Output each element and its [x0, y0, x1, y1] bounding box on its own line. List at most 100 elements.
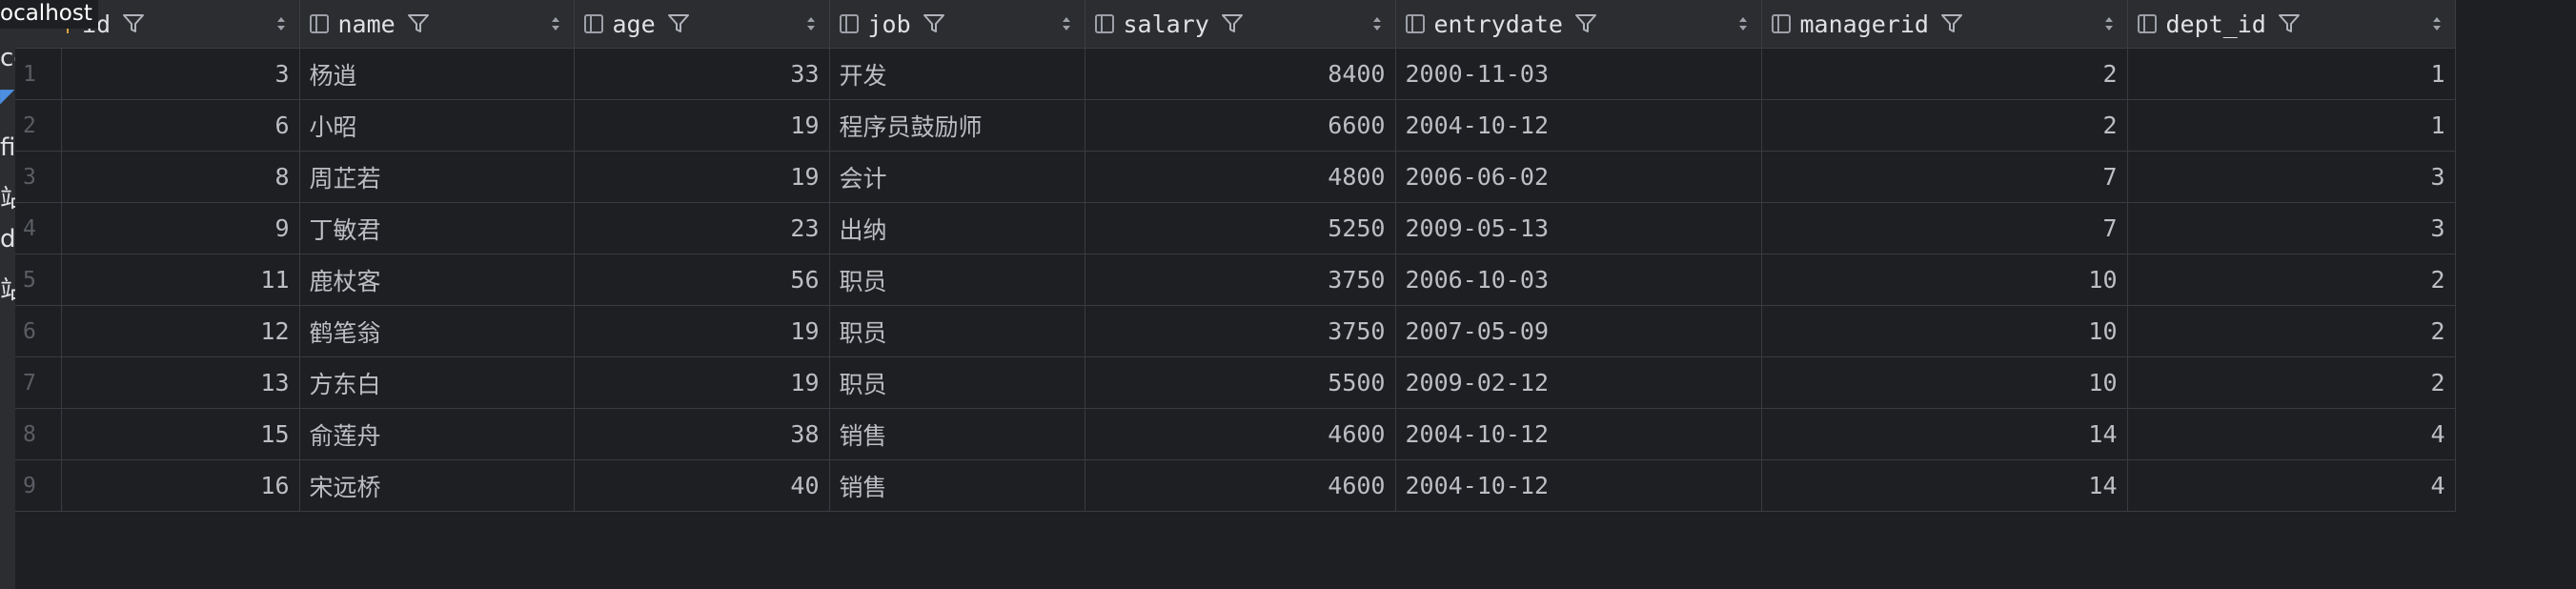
- sort-icon[interactable]: [1738, 15, 1748, 32]
- sidebar-item[interactable]: ◤: [0, 84, 15, 107]
- cell-dept-id[interactable]: 4: [2127, 408, 2456, 460]
- cell-job[interactable]: 职员: [829, 356, 1085, 409]
- sort-icon[interactable]: [1062, 15, 1071, 32]
- table-row[interactable]: 1 3 杨逍 33 开发 8400 2000-11-03 2 1: [15, 48, 2456, 100]
- cell-dept-id[interactable]: 3: [2127, 151, 2456, 203]
- cell-age[interactable]: 19: [574, 356, 830, 409]
- cell-dept-id[interactable]: 3: [2127, 202, 2456, 254]
- sort-icon[interactable]: [806, 15, 816, 32]
- table-row[interactable]: 8 15 俞莲舟 38 销售 4600 2004-10-12 14 4: [15, 408, 2456, 460]
- column-header-job[interactable]: job: [829, 0, 1085, 49]
- cell-age[interactable]: 56: [574, 254, 830, 306]
- cell-entrydate[interactable]: 2004-10-12: [1395, 408, 1762, 460]
- cell-salary[interactable]: 8400: [1085, 48, 1396, 100]
- cell-id[interactable]: 6: [61, 99, 300, 152]
- cell-id[interactable]: 9: [61, 202, 300, 254]
- cell-name[interactable]: 丁敏君: [299, 202, 575, 254]
- cell-salary[interactable]: 4600: [1085, 408, 1396, 460]
- sort-icon[interactable]: [2104, 15, 2114, 32]
- sidebar-item[interactable]: fi: [0, 133, 15, 162]
- cell-managerid[interactable]: 2: [1761, 48, 2128, 100]
- cell-entrydate[interactable]: 2009-02-12: [1395, 356, 1762, 409]
- table-row[interactable]: 6 12 鹤笔翁 19 职员 3750 2007-05-09 10 2: [15, 305, 2456, 357]
- cell-name[interactable]: 杨逍: [299, 48, 575, 100]
- cell-id[interactable]: 15: [61, 408, 300, 460]
- cell-age[interactable]: 40: [574, 459, 830, 512]
- cell-id[interactable]: 12: [61, 305, 300, 357]
- filter-icon[interactable]: [1940, 13, 1963, 34]
- filter-icon[interactable]: [667, 13, 690, 34]
- cell-age[interactable]: 23: [574, 202, 830, 254]
- column-header-dept-id[interactable]: dept_id: [2127, 0, 2456, 49]
- table-row[interactable]: 2 6 小昭 19 程序员鼓励师 6600 2004-10-12 2 1: [15, 99, 2456, 152]
- cell-entrydate[interactable]: 2007-05-09: [1395, 305, 1762, 357]
- cell-age[interactable]: 38: [574, 408, 830, 460]
- cell-salary[interactable]: 3750: [1085, 305, 1396, 357]
- cell-managerid[interactable]: 10: [1761, 356, 2128, 409]
- cell-id[interactable]: 11: [61, 254, 300, 306]
- table-row[interactable]: 7 13 方东白 19 职员 5500 2009-02-12 10 2: [15, 356, 2456, 409]
- table-row[interactable]: 4 9 丁敏君 23 出纳 5250 2009-05-13 7 3: [15, 202, 2456, 254]
- cell-job[interactable]: 销售: [829, 459, 1085, 512]
- cell-salary[interactable]: 3750: [1085, 254, 1396, 306]
- cell-salary[interactable]: 5250: [1085, 202, 1396, 254]
- cell-age[interactable]: 19: [574, 151, 830, 203]
- sort-icon[interactable]: [276, 15, 286, 32]
- cell-managerid[interactable]: 2: [1761, 99, 2128, 152]
- cell-dept-id[interactable]: 2: [2127, 356, 2456, 409]
- filter-icon[interactable]: [407, 13, 430, 34]
- cell-salary[interactable]: 4600: [1085, 459, 1396, 512]
- cell-salary[interactable]: 5500: [1085, 356, 1396, 409]
- sidebar-item[interactable]: 站: [0, 271, 15, 306]
- column-header-age[interactable]: age: [574, 0, 830, 49]
- cell-entrydate[interactable]: 2006-06-02: [1395, 151, 1762, 203]
- filter-icon[interactable]: [1221, 13, 1244, 34]
- cell-dept-id[interactable]: 1: [2127, 99, 2456, 152]
- sidebar-item[interactable]: co: [0, 44, 15, 72]
- table-row[interactable]: 9 16 宋远桥 40 销售 4600 2004-10-12 14 4: [15, 459, 2456, 512]
- cell-name[interactable]: 俞莲舟: [299, 408, 575, 460]
- column-header-managerid[interactable]: managerid: [1761, 0, 2128, 49]
- filter-icon[interactable]: [122, 13, 145, 34]
- sidebar-item[interactable]: 站: [0, 179, 15, 214]
- filter-icon[interactable]: [923, 13, 945, 34]
- cell-dept-id[interactable]: 2: [2127, 305, 2456, 357]
- table-row[interactable]: 5 11 鹿杖客 56 职员 3750 2006-10-03 10 2: [15, 254, 2456, 306]
- cell-entrydate[interactable]: 2006-10-03: [1395, 254, 1762, 306]
- cell-age[interactable]: 19: [574, 305, 830, 357]
- cell-dept-id[interactable]: 4: [2127, 459, 2456, 512]
- cell-job[interactable]: 职员: [829, 254, 1085, 306]
- cell-dept-id[interactable]: 1: [2127, 48, 2456, 100]
- table-row[interactable]: 3 8 周芷若 19 会计 4800 2006-06-02 7 3: [15, 151, 2456, 203]
- cell-job[interactable]: 销售: [829, 408, 1085, 460]
- cell-id[interactable]: 8: [61, 151, 300, 203]
- cell-entrydate[interactable]: 2004-10-12: [1395, 99, 1762, 152]
- sort-icon[interactable]: [2432, 15, 2442, 32]
- cell-managerid[interactable]: 14: [1761, 459, 2128, 512]
- cell-entrydate[interactable]: 2004-10-12: [1395, 459, 1762, 512]
- cell-managerid[interactable]: 7: [1761, 202, 2128, 254]
- cell-id[interactable]: 13: [61, 356, 300, 409]
- cell-id[interactable]: 3: [61, 48, 300, 100]
- cell-job[interactable]: 会计: [829, 151, 1085, 203]
- cell-job[interactable]: 程序员鼓励师: [829, 99, 1085, 152]
- cell-age[interactable]: 19: [574, 99, 830, 152]
- cell-name[interactable]: 小昭: [299, 99, 575, 152]
- cell-managerid[interactable]: 10: [1761, 305, 2128, 357]
- cell-id[interactable]: 16: [61, 459, 300, 512]
- cell-managerid[interactable]: 7: [1761, 151, 2128, 203]
- filter-icon[interactable]: [1574, 13, 1597, 34]
- cell-name[interactable]: 鹤笔翁: [299, 305, 575, 357]
- cell-salary[interactable]: 6600: [1085, 99, 1396, 152]
- column-header-salary[interactable]: salary: [1085, 0, 1396, 49]
- column-header-entrydate[interactable]: entrydate: [1395, 0, 1762, 49]
- cell-age[interactable]: 33: [574, 48, 830, 100]
- sort-icon[interactable]: [551, 15, 560, 32]
- cell-name[interactable]: 方东白: [299, 356, 575, 409]
- cell-entrydate[interactable]: 2009-05-13: [1395, 202, 1762, 254]
- cell-name[interactable]: 周芷若: [299, 151, 575, 203]
- filter-icon[interactable]: [2278, 13, 2301, 34]
- sort-icon[interactable]: [1372, 15, 1382, 32]
- cell-salary[interactable]: 4800: [1085, 151, 1396, 203]
- cell-job[interactable]: 出纳: [829, 202, 1085, 254]
